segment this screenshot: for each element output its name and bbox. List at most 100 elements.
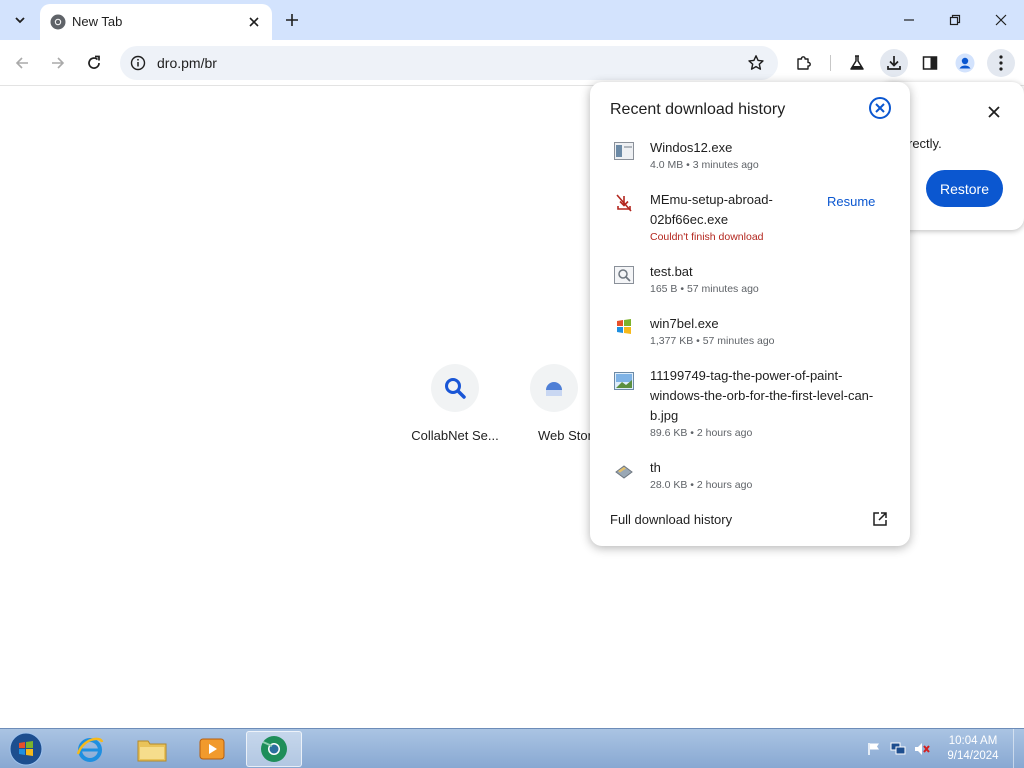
- download-meta: 1,377 KB • 57 minutes ago: [650, 335, 775, 347]
- tab-strip: New Tab: [0, 0, 1024, 40]
- restore-message: rectly.: [908, 136, 942, 151]
- windows-logo-icon: [617, 319, 631, 334]
- close-circle-icon: [869, 97, 891, 119]
- windows-taskbar: 10:04 AM 9/14/2024: [0, 728, 1024, 768]
- download-filename: th: [650, 460, 661, 475]
- close-icon: [995, 14, 1007, 26]
- taskbar-file-explorer[interactable]: [124, 731, 180, 767]
- shortcut-label: Web Stor: [538, 428, 590, 443]
- flag-icon: [868, 743, 879, 755]
- download-filename: win7bel.exe: [650, 316, 719, 331]
- network-tray[interactable]: [890, 741, 906, 757]
- download-meta: 165 B • 57 minutes ago: [650, 283, 759, 295]
- flask-icon: [850, 55, 864, 70]
- download-history-panel: Recent download history Windos12.exe 4.0…: [590, 82, 910, 546]
- download-filename: test.bat: [650, 264, 693, 279]
- exe-file-icon: [614, 142, 634, 160]
- download-meta: 89.6 KB • 2 hours ago: [650, 427, 753, 439]
- restore-close-button[interactable]: [984, 102, 1004, 122]
- back-button[interactable]: [8, 49, 36, 77]
- volume-tray[interactable]: [914, 741, 930, 757]
- open-in-new-button[interactable]: [870, 509, 890, 529]
- more-vert-icon: [999, 55, 1003, 71]
- browser-toolbar: dro.pm/br: [0, 40, 1024, 86]
- shortcut-web-store[interactable]: Web Stor: [518, 364, 590, 443]
- tab-search-button[interactable]: [8, 8, 32, 32]
- action-center-tray[interactable]: [866, 741, 882, 757]
- labs-button[interactable]: [843, 49, 871, 77]
- taskbar-chrome-beta[interactable]: [246, 731, 302, 767]
- shortcut-tile: [431, 364, 479, 412]
- download-filename: 11199749-tag-the-power-of-paint-windows-…: [650, 368, 874, 423]
- download-filename: Windos12.exe: [650, 140, 733, 155]
- side-panel-icon: [922, 56, 938, 70]
- system-clock[interactable]: 10:04 AM 9/14/2024: [940, 734, 1006, 764]
- puzzle-icon: [797, 56, 811, 70]
- reload-icon: [88, 55, 100, 69]
- download-item-failed[interactable]: MEmu-setup-abroad-02bf66ec.exe Couldn't …: [590, 190, 910, 250]
- clock-date: 9/14/2024: [947, 750, 999, 762]
- minimize-button[interactable]: [886, 0, 932, 40]
- clock-time: 10:04 AM: [948, 735, 998, 747]
- shortcut-collabnet[interactable]: CollabNet Se...: [405, 364, 505, 443]
- internet-explorer-icon: [76, 737, 104, 762]
- extensions-button[interactable]: [790, 49, 818, 77]
- bat-file-icon: [614, 266, 634, 284]
- info-icon: [130, 55, 146, 71]
- download-meta: 28.0 KB • 2 hours ago: [650, 479, 753, 491]
- tab-close-button[interactable]: [244, 12, 264, 32]
- site-info-button[interactable]: [128, 53, 148, 73]
- reload-button[interactable]: [80, 49, 108, 77]
- restore-window-button[interactable]: [932, 0, 978, 40]
- media-player-icon: [199, 738, 225, 760]
- show-desktop-button[interactable]: [1013, 729, 1024, 768]
- full-download-history-link[interactable]: Full download history: [610, 512, 732, 527]
- close-icon: [988, 106, 1000, 118]
- image-file-icon: [614, 372, 634, 390]
- restore-icon: [949, 14, 961, 26]
- resume-button[interactable]: Resume: [827, 194, 875, 209]
- webstore-icon: [546, 382, 562, 396]
- profile-button[interactable]: [951, 49, 979, 77]
- arrow-left-icon: [15, 57, 28, 69]
- toolbar-separator: [830, 55, 831, 71]
- taskbar-media-player[interactable]: [184, 731, 240, 767]
- download-item[interactable]: 11199749-tag-the-power-of-paint-windows-…: [590, 366, 910, 442]
- search-icon: [445, 378, 466, 399]
- download-item[interactable]: win7bel.exe 1,377 KB • 57 minutes ago: [590, 314, 910, 358]
- download-item[interactable]: th 28.0 KB • 2 hours ago: [590, 458, 910, 502]
- menu-button[interactable]: [987, 49, 1015, 77]
- download-failed-icon: [616, 194, 632, 212]
- taskbar-internet-explorer[interactable]: [62, 731, 118, 767]
- url-text[interactable]: dro.pm/br: [157, 55, 217, 71]
- close-window-button[interactable]: [978, 0, 1024, 40]
- chrome-icon: [50, 14, 66, 30]
- forward-button[interactable]: [44, 49, 72, 77]
- tab-title: New Tab: [72, 14, 123, 29]
- arrow-right-icon: [52, 57, 65, 69]
- plus-icon: [286, 14, 298, 26]
- restore-button[interactable]: Restore: [926, 170, 1003, 207]
- panel-title: Recent download history: [610, 101, 786, 118]
- network-icon: [890, 742, 906, 755]
- new-tab-button[interactable]: [280, 8, 304, 32]
- close-icon: [249, 17, 259, 27]
- bookmark-button[interactable]: [746, 53, 766, 73]
- download-item[interactable]: Windos12.exe 4.0 MB • 3 minutes ago: [590, 138, 910, 182]
- start-button[interactable]: [7, 731, 45, 767]
- downloads-button[interactable]: [880, 49, 908, 77]
- download-meta: 4.0 MB • 3 minutes ago: [650, 159, 759, 171]
- file-explorer-icon: [137, 740, 167, 762]
- shortcut-tile: [530, 364, 578, 412]
- download-item[interactable]: test.bat 165 B • 57 minutes ago: [590, 262, 910, 306]
- download-error-status: Couldn't finish download: [650, 231, 764, 243]
- address-bar[interactable]: dro.pm/br: [120, 46, 778, 80]
- shortcut-label: CollabNet Se...: [411, 428, 499, 443]
- star-icon: [748, 55, 764, 70]
- open-in-new-icon: [873, 512, 887, 526]
- minimize-icon: [904, 19, 914, 21]
- side-panel-button[interactable]: [916, 49, 944, 77]
- tab-new-tab[interactable]: New Tab: [40, 4, 272, 40]
- generic-file-icon: [615, 465, 633, 479]
- panel-close-button[interactable]: [868, 96, 892, 120]
